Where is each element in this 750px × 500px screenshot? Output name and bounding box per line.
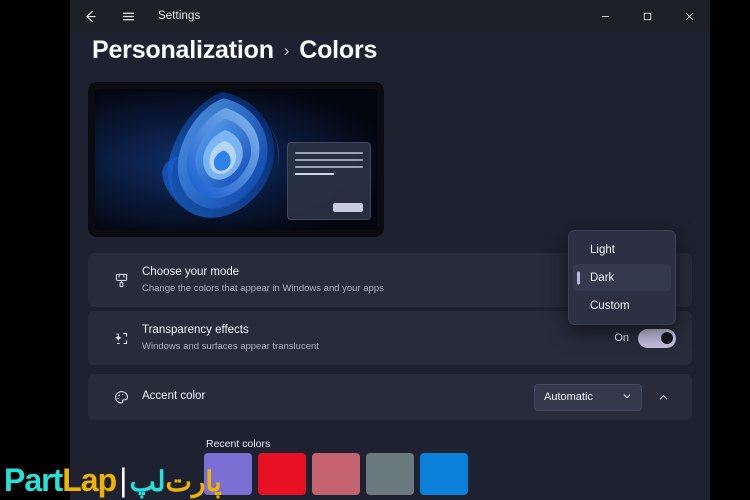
window-controls	[584, 0, 710, 32]
transparency-toggle-group[interactable]: On	[614, 328, 676, 348]
screenshot-stage: Settings Personalization › Colors Choose…	[0, 0, 750, 500]
accent-expander-button[interactable]	[650, 384, 676, 410]
back-arrow-icon[interactable]	[74, 0, 106, 32]
color-swatch-rose[interactable]	[312, 453, 360, 495]
flyout-item-dark[interactable]: Dark	[573, 264, 671, 291]
accent-controls: Automatic	[534, 383, 676, 411]
flyout-item-label: Dark	[590, 271, 615, 284]
color-swatch-red[interactable]	[258, 453, 306, 495]
breadcrumb: Personalization › Colors	[92, 36, 377, 65]
sample-line	[295, 152, 363, 154]
settings-window: Settings Personalization › Colors Choose…	[70, 0, 710, 500]
setting-text-block: Transparency effects Windows and surface…	[138, 323, 614, 353]
transparency-toggle[interactable]	[638, 328, 676, 348]
palette-icon	[104, 389, 138, 406]
choose-your-mode-flyout: Light Dark Custom	[568, 230, 676, 325]
maximize-button[interactable]	[626, 0, 668, 32]
color-swatch-slate[interactable]	[366, 453, 414, 495]
color-swatch-blue[interactable]	[420, 453, 468, 495]
watermark-part: Part	[4, 462, 63, 498]
breadcrumb-current: Colors	[299, 36, 378, 64]
watermark-lap: Lap	[62, 462, 117, 498]
sample-dialog-preview	[287, 142, 371, 220]
flyout-item-light[interactable]: Light	[573, 236, 671, 263]
setting-text-block: Accent color	[138, 389, 534, 405]
watermark-bar: |	[119, 462, 127, 498]
app-title: Settings	[158, 10, 201, 22]
breadcrumb-parent[interactable]: Personalization	[92, 36, 274, 65]
accent-select-value: Automatic	[544, 391, 593, 403]
transparency-sparkle-icon	[104, 330, 138, 347]
watermark-fa-lap: لپ	[129, 466, 166, 497]
preview-screen	[95, 89, 377, 230]
flyout-item-label: Custom	[590, 299, 630, 312]
title-bar: Settings	[70, 0, 710, 32]
sample-line-accent	[295, 173, 335, 175]
close-button[interactable]	[668, 0, 710, 32]
recent-colors-label: Recent colors	[206, 438, 271, 450]
sample-dialog-button	[333, 203, 363, 212]
sample-line	[295, 166, 363, 168]
chevron-down-icon	[622, 391, 632, 404]
setting-title: Accent color	[142, 390, 206, 403]
setting-row-accent-color[interactable]: Accent color Automatic	[88, 374, 692, 420]
sample-line	[295, 159, 363, 161]
paintbrush-icon	[104, 272, 138, 289]
flyout-item-custom[interactable]: Custom	[573, 292, 671, 319]
toggle-state-label: On	[614, 332, 629, 344]
toggle-knob	[661, 332, 673, 344]
recent-colors-swatches	[204, 453, 468, 495]
setting-title: Transparency effects	[142, 324, 249, 337]
minimize-button[interactable]	[584, 0, 626, 32]
chevron-right-icon: ›	[283, 41, 290, 60]
accent-color-select[interactable]: Automatic	[534, 383, 642, 411]
watermark-fa-part: پارت	[165, 466, 222, 497]
setting-subtitle: Windows and surfaces appear translucent	[142, 340, 319, 352]
flyout-item-label: Light	[590, 243, 615, 256]
partlap-watermark: Part Lap | لپ پارت	[4, 464, 227, 496]
hamburger-icon[interactable]	[112, 0, 144, 32]
colors-preview-card	[88, 82, 384, 237]
